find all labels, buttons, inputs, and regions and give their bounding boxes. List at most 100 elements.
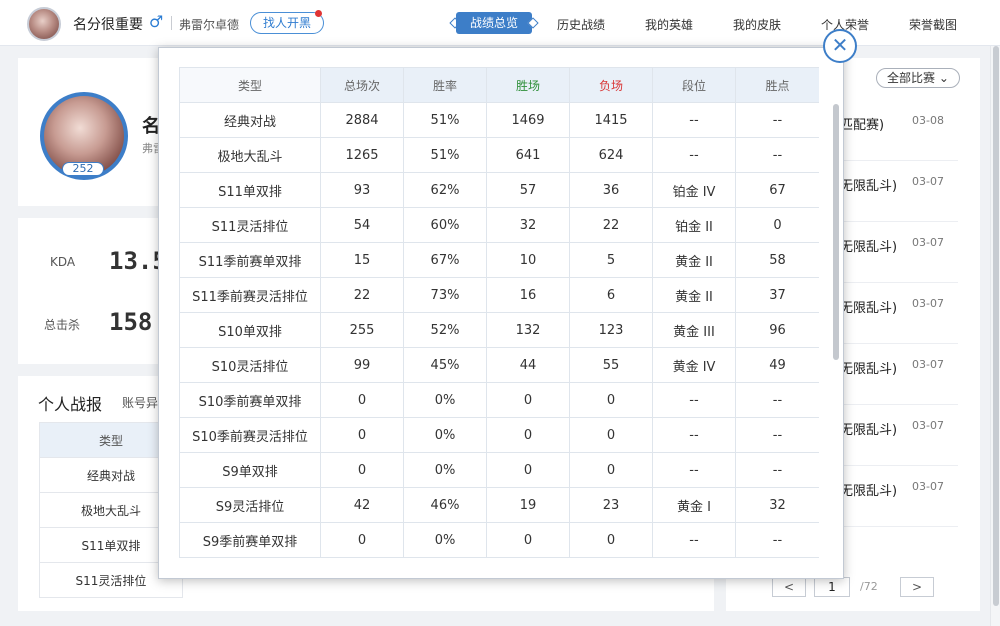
table-cell: 黄金 III bbox=[652, 312, 736, 348]
notification-dot bbox=[315, 10, 322, 17]
find-teammate-button[interactable]: 找人开黑 bbox=[250, 12, 324, 34]
tab-skins[interactable]: 我的皮肤 bbox=[733, 16, 781, 33]
table-cell: 0% bbox=[403, 417, 487, 453]
table-cell: 49 bbox=[735, 347, 819, 383]
table-cell: 1415 bbox=[569, 102, 653, 138]
match-name[interactable]: 匹配赛) bbox=[840, 114, 884, 133]
match-date: 03-07 bbox=[912, 419, 944, 432]
prev-page-button[interactable]: < bbox=[772, 577, 806, 597]
match-date: 03-08 bbox=[912, 114, 944, 127]
table-cell: -- bbox=[652, 522, 736, 558]
table-row: S10季前赛单双排 0 0% 0 0 -- -- bbox=[179, 382, 819, 418]
table-cell: 23 bbox=[569, 487, 653, 523]
table-row: S11单双排 93 62% 57 36 铂金 IV 67 bbox=[179, 172, 819, 208]
table-cell: 641 bbox=[486, 137, 570, 173]
tab-history[interactable]: 历史战绩 bbox=[557, 16, 605, 33]
table-cell: 99 bbox=[320, 347, 404, 383]
table-header-row: 类型 总场次 胜率 胜场 负场 段位 胜点 bbox=[179, 67, 819, 103]
col-total: 总场次 bbox=[320, 67, 404, 103]
table-cell: 32 bbox=[486, 207, 570, 243]
table-cell: -- bbox=[735, 417, 819, 453]
col-winrate: 胜率 bbox=[403, 67, 487, 103]
divider bbox=[840, 526, 958, 527]
table-cell: 0 bbox=[320, 417, 404, 453]
report-subtitle[interactable]: 账号异 bbox=[122, 394, 158, 411]
col-type: 类型 bbox=[179, 67, 321, 103]
table-cell: 铂金 IV bbox=[652, 172, 736, 208]
close-icon[interactable]: ✕ bbox=[823, 29, 857, 63]
tab-screenshots[interactable]: 荣誉截图 bbox=[909, 16, 957, 33]
level-badge: 252 bbox=[62, 162, 104, 176]
table-cell: -- bbox=[735, 137, 819, 173]
match-name[interactable]: 无限乱斗) bbox=[840, 480, 897, 499]
table-cell: 黄金 IV bbox=[652, 347, 736, 383]
table-cell: 36 bbox=[569, 172, 653, 208]
match-name[interactable]: 无限乱斗) bbox=[840, 419, 897, 438]
match-date: 03-07 bbox=[912, 480, 944, 493]
table-cell: 123 bbox=[569, 312, 653, 348]
table-cell: S11单双排 bbox=[179, 172, 321, 208]
page-scrollbar[interactable] bbox=[990, 46, 1000, 626]
page-total: /72 bbox=[860, 580, 878, 593]
table-cell: 5 bbox=[569, 242, 653, 278]
table-cell: 黄金 II bbox=[652, 277, 736, 313]
current-page-input[interactable]: 1 bbox=[814, 577, 850, 597]
match-name[interactable]: 无限乱斗) bbox=[840, 297, 897, 316]
table-cell: -- bbox=[652, 417, 736, 453]
table-cell: 19 bbox=[486, 487, 570, 523]
table-cell: 45% bbox=[403, 347, 487, 383]
match-name[interactable]: 无限乱斗) bbox=[840, 236, 897, 255]
table-cell: 15 bbox=[320, 242, 404, 278]
table-cell: S11季前赛灵活排位 bbox=[179, 277, 321, 313]
table-cell: 22 bbox=[569, 207, 653, 243]
username: 名分很重要 bbox=[73, 17, 143, 33]
col-losses: 负场 bbox=[569, 67, 653, 103]
stats-overview-modal: 类型 总场次 胜率 胜场 负场 段位 胜点 经典对战 2884 51% 1469 141… bbox=[158, 47, 844, 579]
table-cell: 22 bbox=[320, 277, 404, 313]
table-cell: 51% bbox=[403, 102, 487, 138]
table-cell: -- bbox=[652, 382, 736, 418]
table-cell: 铂金 II bbox=[652, 207, 736, 243]
match-filter-label: 全部比赛 bbox=[887, 71, 936, 85]
table-cell: 6 bbox=[569, 277, 653, 313]
table-cell: 44 bbox=[486, 347, 570, 383]
table-cell: 0 bbox=[320, 452, 404, 488]
match-date: 03-07 bbox=[912, 236, 944, 249]
table-cell: 132 bbox=[486, 312, 570, 348]
avatar[interactable] bbox=[27, 7, 61, 41]
table-cell: S10灵活排位 bbox=[179, 347, 321, 383]
match-name[interactable]: 无限乱斗) bbox=[840, 175, 897, 194]
scrollbar-thumb[interactable] bbox=[993, 46, 999, 606]
col-points: 胜点 bbox=[735, 67, 819, 103]
kda-label: KDA bbox=[50, 255, 76, 269]
match-date: 03-07 bbox=[912, 358, 944, 371]
table-cell: S9单双排 bbox=[179, 452, 321, 488]
table-cell: S10季前赛灵活排位 bbox=[179, 417, 321, 453]
table-cell: 2884 bbox=[320, 102, 404, 138]
table-row: S9季前赛单双排 0 0% 0 0 -- -- bbox=[179, 522, 819, 558]
table-row: S10灵活排位 99 45% 44 55 黄金 IV 49 bbox=[179, 347, 819, 383]
table-cell: 624 bbox=[569, 137, 653, 173]
table-cell: 0 bbox=[569, 382, 653, 418]
table-cell: -- bbox=[652, 452, 736, 488]
stats-table: 类型 总场次 胜率 胜场 负场 段位 胜点 经典对战 2884 51% 1469 141… bbox=[179, 67, 819, 558]
table-cell: 0 bbox=[569, 417, 653, 453]
match-name[interactable]: 无限乱斗) bbox=[840, 358, 897, 377]
table-cell: 0 bbox=[569, 452, 653, 488]
table-cell: 极地大乱斗 bbox=[179, 137, 321, 173]
tab-overview[interactable]: 战绩总览 bbox=[456, 12, 533, 34]
table-cell: 57 bbox=[486, 172, 570, 208]
modal-scrollbar-thumb[interactable] bbox=[833, 104, 839, 360]
next-page-button[interactable]: > bbox=[900, 577, 934, 597]
table-cell: 0 bbox=[486, 452, 570, 488]
table-cell: 67 bbox=[735, 172, 819, 208]
table-cell: 0 bbox=[486, 522, 570, 558]
divider bbox=[840, 221, 958, 222]
table-cell: 经典对战 bbox=[179, 102, 321, 138]
table-cell: -- bbox=[735, 102, 819, 138]
table-cell: 255 bbox=[320, 312, 404, 348]
match-filter-dropdown[interactable]: 全部比赛 ⌄ bbox=[876, 68, 960, 88]
table-cell: 62% bbox=[403, 172, 487, 208]
table-cell: 42 bbox=[320, 487, 404, 523]
tab-heroes[interactable]: 我的英雄 bbox=[645, 16, 693, 33]
